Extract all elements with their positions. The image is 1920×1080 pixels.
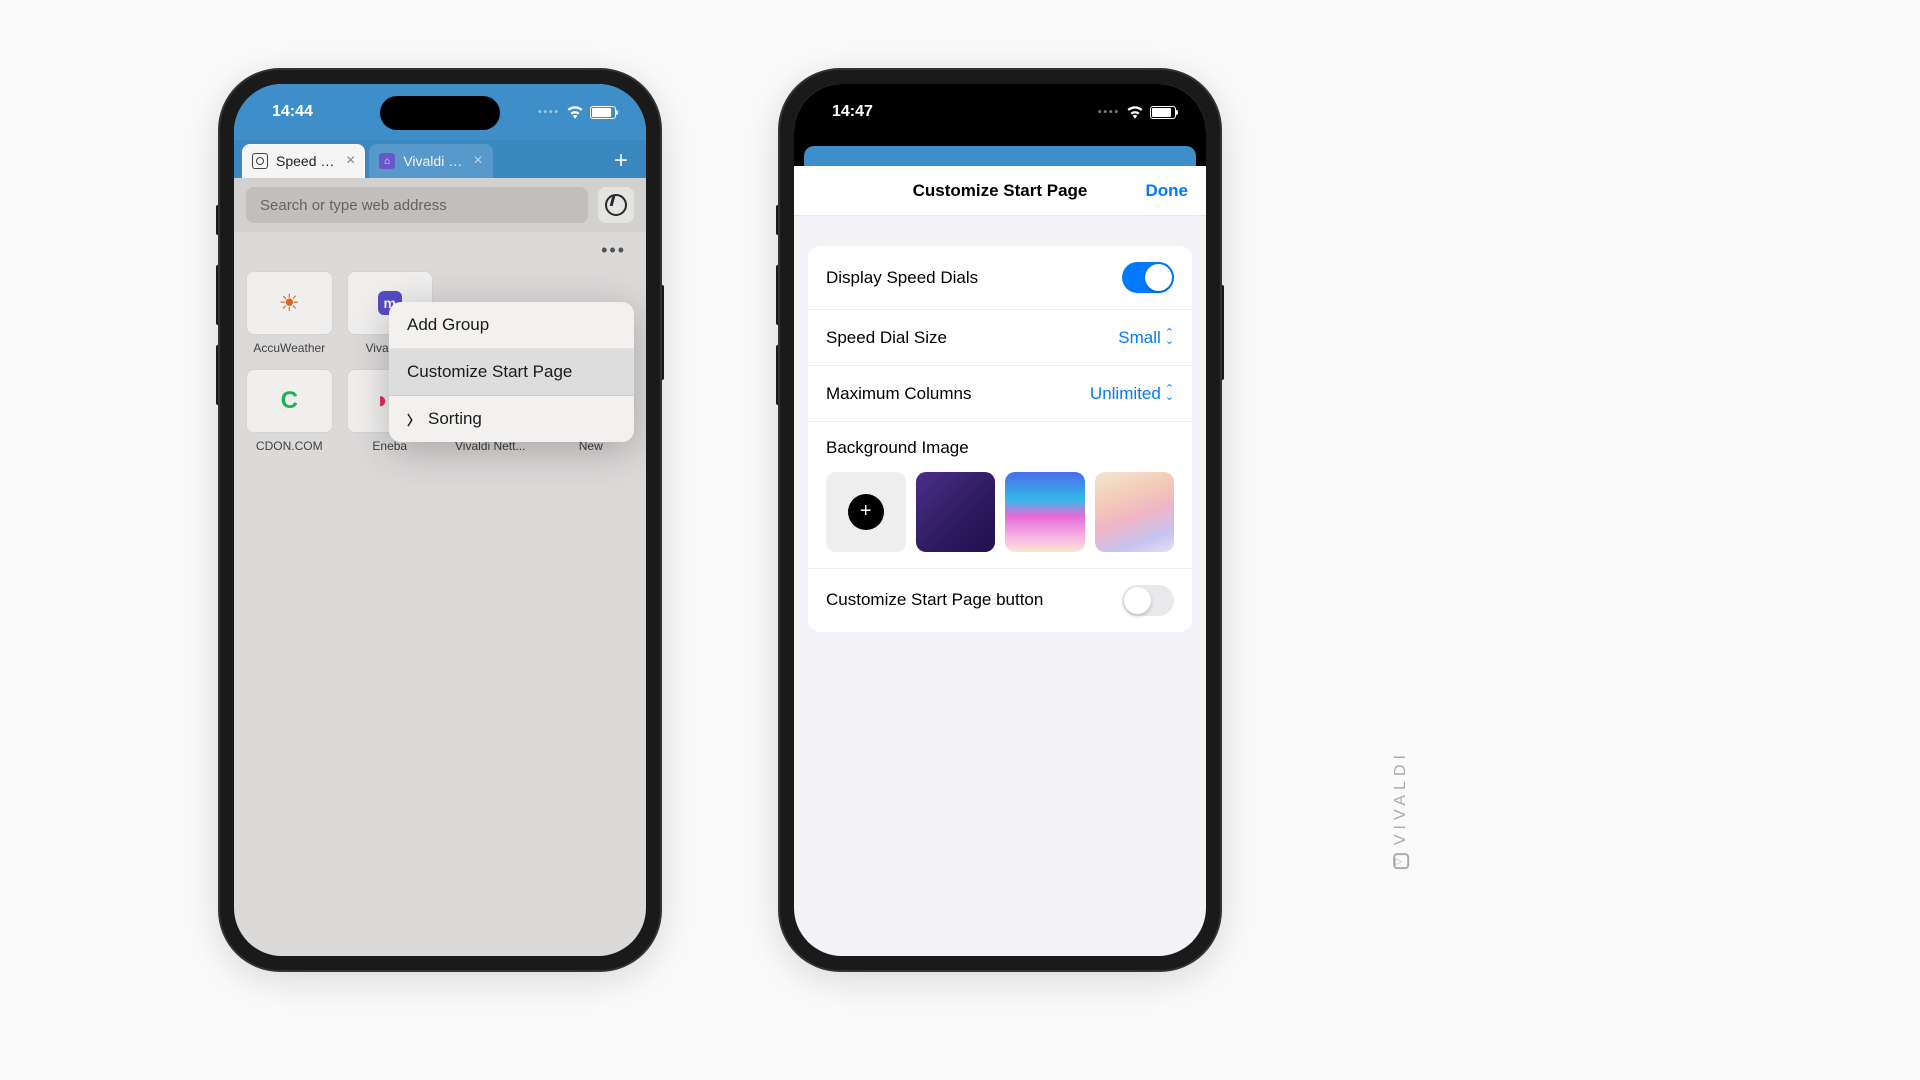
notch — [380, 96, 500, 130]
status-time: 14:47 — [832, 103, 873, 121]
new-tab-button[interactable]: + — [604, 144, 638, 178]
setting-background-image: Background Image + — [808, 422, 1192, 569]
speed-dial-accuweather[interactable]: ☀ AccuWeather — [246, 271, 333, 355]
chevron-right-icon: 〉 — [407, 410, 420, 429]
context-menu: Add Group Customize Start Page 〉 Sorting — [389, 302, 634, 442]
menu-add-group[interactable]: Add Group — [389, 302, 634, 349]
cellular-icon: •••• — [538, 107, 560, 118]
vivaldi-social-icon: ⌂ — [379, 153, 395, 169]
setting-customize-button: Customize Start Page button — [808, 569, 1192, 632]
tab-title: Speed Dial — [276, 153, 338, 169]
max-columns-value: Unlimited — [1090, 384, 1161, 404]
toggle-customize-button[interactable] — [1122, 585, 1174, 616]
vivaldi-menu-button[interactable] — [598, 187, 634, 223]
tab-speed-dial[interactable]: Speed Dial × — [242, 144, 365, 178]
phone-mockup-left: 14:44 •••• Speed Dial × ⌂ — [220, 70, 660, 970]
sun-icon: ☀ — [278, 289, 300, 318]
wifi-icon — [566, 105, 584, 119]
cdon-icon: C — [281, 387, 298, 415]
tab-vivaldi-social[interactable]: ⌂ Vivaldi Socia... × — [369, 144, 492, 178]
bg-option-pink[interactable] — [1005, 472, 1085, 552]
select-arrows-icon: ⌃⌄ — [1165, 386, 1174, 401]
bg-option-peach[interactable] — [1095, 472, 1175, 552]
battery-icon — [1150, 106, 1176, 119]
notch — [940, 96, 1060, 130]
done-button[interactable]: Done — [1146, 181, 1189, 201]
bg-add-button[interactable]: + — [826, 472, 906, 552]
more-options-button[interactable]: ••• — [234, 232, 646, 265]
bg-option-purple[interactable] — [916, 472, 996, 552]
vivaldi-logo-icon — [605, 194, 627, 216]
settings-card: Display Speed Dials Speed Dial Size Smal… — [808, 246, 1192, 632]
speed-dial-size-value: Small — [1118, 328, 1161, 348]
toggle-display-speed-dials[interactable] — [1122, 262, 1174, 293]
status-time: 14:44 — [272, 103, 313, 121]
modal-title: Customize Start Page — [812, 181, 1188, 201]
tab-title: Vivaldi Socia... — [403, 153, 465, 169]
setting-max-columns[interactable]: Maximum Columns Unlimited ⌃⌄ — [808, 366, 1192, 422]
setting-speed-dial-size[interactable]: Speed Dial Size Small ⌃⌄ — [808, 310, 1192, 366]
wifi-icon — [1126, 105, 1144, 119]
plus-icon: + — [848, 494, 884, 530]
close-icon[interactable]: × — [473, 152, 482, 170]
setting-display-speed-dials: Display Speed Dials — [808, 246, 1192, 310]
close-icon[interactable]: × — [346, 152, 355, 170]
menu-customize-start-page[interactable]: Customize Start Page — [389, 349, 634, 396]
speed-dial-icon — [252, 153, 268, 169]
cellular-icon: •••• — [1098, 107, 1120, 118]
address-placeholder: Search or type web address — [260, 197, 447, 214]
menu-sorting[interactable]: 〉 Sorting — [389, 396, 634, 442]
tab-strip: Speed Dial × ⌂ Vivaldi Socia... × + — [234, 140, 646, 178]
phone-mockup-right: 14:47 •••• Customize Start Page Done — [780, 70, 1220, 970]
modal-header: Customize Start Page Done — [794, 166, 1206, 216]
address-bar[interactable]: Search or type web address — [246, 187, 588, 223]
select-arrows-icon: ⌃⌄ — [1165, 330, 1174, 345]
speed-dial-cdon[interactable]: C CDON.COM — [246, 369, 333, 453]
vivaldi-watermark: ▷ VIVALDI — [1392, 750, 1410, 869]
battery-icon — [590, 106, 616, 119]
